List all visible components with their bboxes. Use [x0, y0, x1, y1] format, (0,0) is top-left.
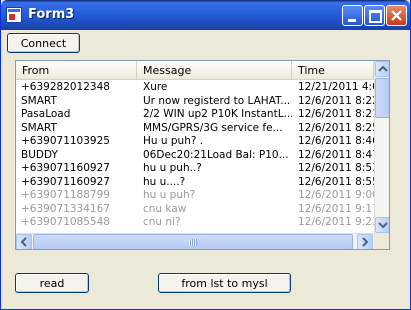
cell-time: 12/6/2011 9:00 [298, 189, 374, 201]
maximize-button[interactable] [364, 5, 385, 26]
cell-message: cnu ni? [143, 216, 181, 228]
cell-time: 12/6/2011 8:47 [298, 148, 374, 161]
scroll-left-button[interactable] [16, 234, 32, 249]
cell-message: Ur now registerd to LAHAT... [143, 94, 291, 107]
cell-from: PasaLoad [21, 108, 71, 120]
cell-message: hu u puh? [143, 189, 196, 201]
cell-message: Hu u puh? . [143, 135, 204, 147]
cell-time: 12/6/2011 8:55 [298, 175, 374, 188]
list-row[interactable]: +639071188799 hu u puh? 12/6/2011 9:00 [16, 189, 374, 203]
list-row[interactable]: +639071103925 Hu u puh? . 12/6/2011 8:46 [16, 135, 374, 149]
transfer-to-mysql-button[interactable]: from lst to mysl [158, 273, 291, 293]
cell-message: 2/2 WIN up2 P10K InstantL... [143, 108, 292, 120]
form-icon [6, 7, 22, 23]
list-row[interactable]: PasaLoad 2/2 WIN up2 P10K InstantL... 12/6… [16, 108, 374, 122]
list-row[interactable]: +639282012348 Xure 12/21/2011 4:0 [16, 81, 374, 95]
chevron-up-icon [378, 65, 388, 72]
cell-from: +639071085548 [21, 216, 110, 228]
scroll-right-button[interactable] [357, 234, 373, 249]
minimize-button[interactable] [342, 5, 363, 26]
message-list[interactable]: From Message Time +639282012348 Xure 12/21… [15, 60, 390, 250]
cell-from: +639071103925 [21, 135, 110, 147]
list-row[interactable]: SMART Ur now registerd to LAHAT... 12/6/20… [16, 95, 374, 109]
list-header: From Message Time [16, 61, 374, 80]
cell-from: +639071334167 [21, 202, 110, 215]
cell-from: +639071188799 [21, 189, 110, 201]
cell-message: 06Dec20:21Load Bal: P10... [143, 148, 289, 161]
cell-time: 12/21/2011 4:0 [298, 81, 374, 93]
cell-from: +639071160927 [21, 162, 110, 174]
cell-time: 12/6/2011 9:17 [298, 202, 374, 215]
scroll-up-button[interactable] [375, 61, 389, 77]
title-bar[interactable]: Form3 [1, 0, 410, 30]
list-row[interactable]: +639071085548 cnu ni? 12/6/2011 9:23 [16, 216, 374, 230]
close-button[interactable] [386, 5, 407, 26]
cell-message: hu u....? [143, 175, 186, 188]
cell-message: MMS/GPRS/3G service fe... [143, 121, 283, 134]
cell-time: 12/6/2011 9:23 [298, 216, 374, 228]
cell-time: 12/6/2011 8:22 [298, 94, 374, 107]
column-header-message[interactable]: Message [137, 61, 292, 80]
chevron-down-icon [378, 222, 388, 229]
list-row[interactable]: +639071160927 hu u puh..? 12/6/2011 8:53 [16, 162, 374, 176]
cell-from: SMART [21, 94, 57, 107]
horizontal-scrollbar[interactable] [16, 233, 374, 249]
cell-message: Xure [143, 81, 168, 93]
cell-time: 12/6/2011 8:53 [298, 162, 374, 174]
read-button[interactable]: read [15, 273, 89, 293]
list-rows: +639282012348 Xure 12/21/2011 4:0 SMART Ur n… [16, 81, 374, 230]
form3-window: Form3 Connect From Message Time +6392820… [0, 0, 411, 310]
scroll-grip-icon [189, 239, 197, 246]
list-row[interactable]: SMART MMS/GPRS/3G service fe... 12/6/2011 … [16, 122, 374, 136]
column-header-from[interactable]: From [16, 61, 137, 80]
cell-message: hu u puh..? [143, 162, 202, 174]
close-icon [391, 10, 402, 21]
chevron-left-icon [20, 237, 27, 247]
column-header-time[interactable]: Time [292, 61, 374, 80]
horizontal-scroll-thumb[interactable] [33, 234, 353, 249]
cell-time: 12/6/2011 8:21 [298, 108, 374, 120]
cell-from: +639071160927 [21, 175, 110, 188]
scroll-down-button[interactable] [375, 217, 389, 233]
vertical-scroll-thumb[interactable] [375, 78, 389, 118]
cell-time: 12/6/2011 8:46 [298, 135, 374, 147]
list-row[interactable]: +639071334167 cnu kaw 12/6/2011 9:17 [16, 203, 374, 217]
scrollbar-corner [374, 233, 389, 249]
chevron-right-icon [362, 237, 369, 247]
connect-button[interactable]: Connect [7, 33, 80, 53]
list-row[interactable]: BUDDY 06Dec20:21Load Bal: P10... 12/6/2011… [16, 149, 374, 163]
cell-from: BUDDY [21, 148, 58, 161]
cell-message: cnu kaw [143, 202, 187, 215]
window-title: Form3 [28, 7, 75, 22]
list-row[interactable]: +639071160927 hu u....? 12/6/2011 8:55 [16, 176, 374, 190]
cell-from: +639282012348 [21, 81, 110, 93]
cell-from: SMART [21, 121, 57, 134]
cell-time: 12/6/2011 8:25 [298, 121, 374, 134]
vertical-scrollbar[interactable] [374, 61, 389, 233]
